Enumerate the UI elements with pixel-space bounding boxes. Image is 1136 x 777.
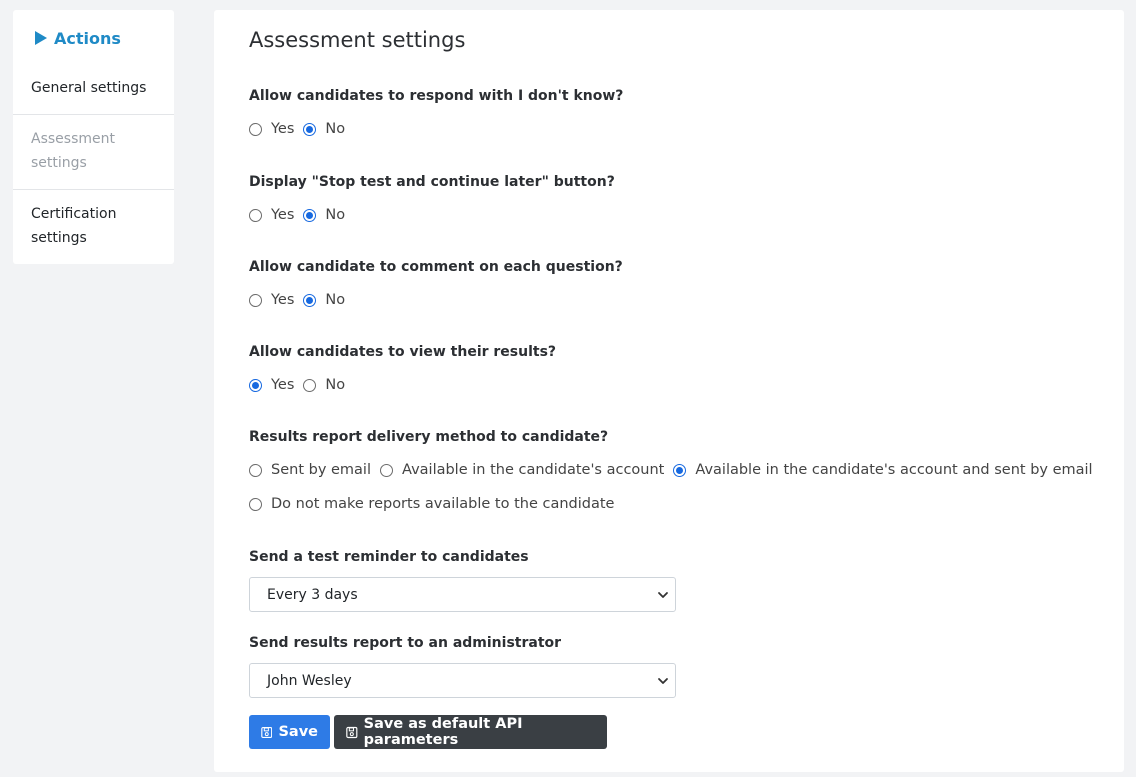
- radio-button[interactable]: [673, 463, 687, 477]
- radio-label: Yes: [271, 207, 295, 223]
- radio-option-yes[interactable]: Yes: [249, 377, 294, 393]
- sidebar-item-general-settings[interactable]: General settings: [13, 66, 174, 115]
- radio-button[interactable]: [303, 378, 317, 392]
- radio-option-yes[interactable]: Yes: [249, 292, 294, 308]
- question-view-results: Allow candidates to view their results?: [249, 344, 557, 360]
- radio-button[interactable]: [249, 208, 262, 222]
- sidebar: Actions General settings Assessment sett…: [13, 10, 174, 264]
- save-button[interactable]: Save: [249, 715, 330, 749]
- chevron-down-icon: [658, 678, 668, 684]
- radio-label: No: [325, 377, 346, 393]
- radio-button[interactable]: [249, 293, 262, 307]
- radio-option-no-reports[interactable]: Do not make reports available to the can…: [249, 496, 614, 512]
- radio-group-delivery-method-row2: Do not make reports available to the can…: [249, 496, 623, 512]
- radio-group-view-results: Yes No: [249, 377, 354, 393]
- question-stop-test: Display "Stop test and continue later" b…: [249, 174, 615, 190]
- radio-label: No: [325, 121, 346, 137]
- radio-option-yes[interactable]: Yes: [249, 121, 294, 137]
- question-comment: Allow candidate to comment on each quest…: [249, 259, 623, 275]
- radio-label: No: [325, 207, 346, 223]
- radio-option-no[interactable]: No: [303, 292, 345, 308]
- radio-label: Sent by email: [271, 462, 371, 478]
- radio-option-account-and-email[interactable]: Available in the candidate's account and…: [673, 462, 1093, 478]
- save-default-api-button[interactable]: Save as default API parameters: [334, 715, 607, 749]
- floppy-disk-icon: [346, 726, 358, 738]
- save-default-api-button-label: Save as default API parameters: [363, 716, 523, 748]
- question-dont-know: Allow candidates to respond with I don't…: [249, 88, 624, 104]
- admin-report-label: Send results report to an administrator: [249, 635, 562, 651]
- radio-button[interactable]: [249, 497, 262, 511]
- radio-group-delivery-method: Sent by email Available in the candidate…: [249, 462, 1102, 478]
- actions-label: Actions: [54, 28, 121, 48]
- radio-option-no[interactable]: No: [303, 207, 345, 223]
- admin-report-select-value: John Wesley: [267, 672, 352, 689]
- main-panel: Assessment settings Allow candidates to …: [214, 10, 1124, 772]
- actions-header[interactable]: Actions: [13, 10, 174, 66]
- radio-label: Available in the candidate's account: [402, 462, 665, 478]
- radio-option-candidate-account[interactable]: Available in the candidate's account: [380, 462, 664, 478]
- radio-label: Do not make reports available to the can…: [271, 496, 615, 512]
- radio-option-no[interactable]: No: [303, 121, 345, 137]
- radio-button[interactable]: [249, 122, 262, 136]
- radio-button[interactable]: [303, 293, 317, 307]
- page-title: Assessment settings: [249, 28, 466, 52]
- radio-button[interactable]: [303, 208, 317, 222]
- radio-group-stop-test: Yes No: [249, 207, 354, 223]
- floppy-disk-icon: [261, 726, 273, 738]
- radio-button[interactable]: [249, 463, 262, 477]
- save-button-label: Save: [278, 724, 318, 740]
- radio-button[interactable]: [380, 463, 393, 477]
- sidebar-item-assessment-settings[interactable]: Assessment settings: [13, 115, 174, 190]
- radio-option-no[interactable]: No: [303, 377, 345, 393]
- radio-group-dont-know: Yes No: [249, 121, 354, 137]
- reminder-select[interactable]: Every 3 days: [249, 577, 676, 612]
- radio-label: Yes: [271, 377, 295, 393]
- radio-label: Available in the candidate's account and…: [695, 462, 1093, 478]
- question-delivery-method: Results report delivery method to candid…: [249, 429, 609, 445]
- radio-label: Yes: [271, 121, 295, 137]
- radio-option-yes[interactable]: Yes: [249, 207, 294, 223]
- play-icon: [35, 31, 47, 45]
- radio-option-sent-by-email[interactable]: Sent by email: [249, 462, 371, 478]
- chevron-down-icon: [658, 592, 668, 598]
- radio-group-comment: Yes No: [249, 292, 354, 308]
- reminder-select-value: Every 3 days: [267, 586, 358, 603]
- reminder-label: Send a test reminder to candidates: [249, 549, 529, 565]
- radio-button[interactable]: [249, 378, 262, 392]
- sidebar-item-certification-settings[interactable]: Certification settings: [13, 190, 174, 250]
- radio-button[interactable]: [303, 122, 317, 136]
- radio-label: No: [325, 292, 346, 308]
- admin-report-select[interactable]: John Wesley: [249, 663, 676, 698]
- radio-label: Yes: [271, 292, 295, 308]
